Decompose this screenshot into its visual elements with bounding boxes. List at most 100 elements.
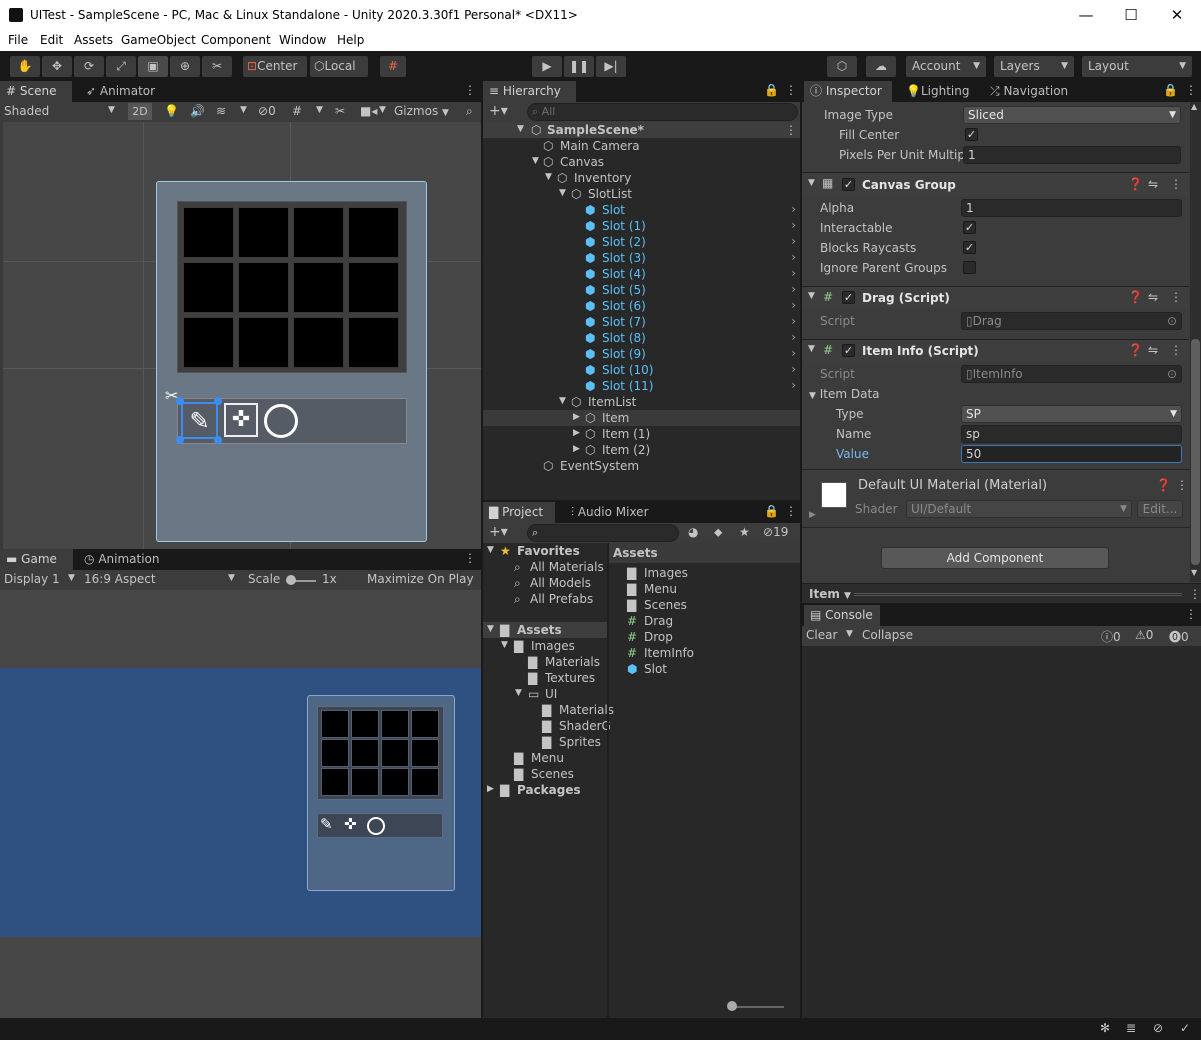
cloud-button[interactable]: ☁ (866, 56, 896, 77)
tree-folder-images[interactable]: ▼ ▇ Images (483, 638, 607, 654)
favorite-star-icon[interactable]: ★ (739, 525, 750, 539)
material-preview-swatch[interactable] (821, 482, 847, 508)
expand-arrow-icon[interactable]: ▶ (573, 412, 580, 422)
create-button[interactable]: +▾ (489, 524, 508, 540)
chevron-right-icon[interactable]: › (791, 362, 796, 376)
rect-tool-button[interactable]: ▣ (138, 56, 168, 77)
effects-icon[interactable]: ≋ (216, 104, 226, 118)
expand-arrow-icon[interactable]: ▼ (501, 640, 508, 650)
lock-icon[interactable]: 🔒 (764, 83, 779, 97)
hidden-objects-icon[interactable]: ⊘0 (258, 104, 276, 118)
audio-icon[interactable]: 🔊 (190, 104, 205, 118)
file-item[interactable]: # ItemInfo (609, 645, 800, 661)
warning-log-toggle[interactable]: ⚠0 (1135, 628, 1153, 642)
step-button[interactable]: ▶| (596, 56, 626, 77)
preview-dropdown[interactable]: Item ▼ (809, 587, 851, 601)
hierarchy-item-slot[interactable]: ⬢ Slot (5) › (483, 282, 800, 298)
icon-size-slider-thumb[interactable] (727, 1001, 737, 1011)
tree-folder-sprites[interactable]: ▇ Sprites (483, 734, 607, 750)
favorites-row[interactable]: ▼ ★ Favorites (483, 543, 607, 559)
menu-window[interactable]: Window (279, 33, 326, 47)
tree-folder-textures[interactable]: ▇ Textures (483, 670, 607, 686)
more-icon[interactable]: ⋮ (1189, 587, 1201, 601)
hierarchy-item-slotlist[interactable]: ▼ ⬡ SlotList (483, 186, 800, 202)
maximize-on-play-button[interactable]: Maximize On Play (367, 572, 474, 586)
anchor-icon[interactable]: ✂ (165, 386, 178, 405)
scene-item-circle[interactable] (264, 404, 298, 438)
tab-audio-mixer[interactable]: ⫶ Audio Mixer (565, 502, 655, 523)
expand-arrow-icon[interactable]: ▶ (573, 428, 580, 438)
more-icon[interactable]: ⋮ (1176, 478, 1188, 492)
hidden-packages-icon[interactable]: ⊘19 (763, 525, 788, 539)
expand-arrow-icon[interactable]: ▶ (487, 784, 494, 794)
chevron-right-icon[interactable]: › (791, 266, 796, 280)
more-icon[interactable]: ⋮ (464, 83, 476, 97)
preview-drag-handle[interactable] (854, 593, 1182, 596)
shading-dropdown[interactable]: Shaded ▼ (4, 104, 120, 118)
selection-handle[interactable] (214, 436, 222, 444)
more-icon[interactable]: ⋮ (464, 551, 476, 565)
account-dropdown[interactable]: Account ▼ (906, 56, 986, 77)
hierarchy-item-slot[interactable]: ⬢ Slot (7) › (483, 314, 800, 330)
scene-slot[interactable] (293, 262, 344, 313)
tree-folder-ui-materials[interactable]: ▇ Materials (483, 702, 614, 718)
hierarchy-item-inventory[interactable]: ▼ ⬡ Inventory (483, 170, 800, 186)
lock-icon[interactable]: 🔒 (1163, 83, 1178, 97)
gizmos-dropdown[interactable]: Gizmos ▼ (394, 104, 449, 118)
scroll-down-icon[interactable]: ▼ (1191, 568, 1197, 577)
more-icon[interactable]: ⋮ (785, 123, 797, 137)
chevron-right-icon[interactable]: › (791, 250, 796, 264)
scene-item-dpad[interactable]: ✜ (224, 403, 258, 437)
scroll-up-icon[interactable]: ▲ (1191, 102, 1197, 111)
more-icon[interactable]: ⋮ (1170, 343, 1182, 357)
scene-slot[interactable] (348, 317, 399, 368)
scale-slider-thumb[interactable] (286, 575, 296, 585)
scene-slot[interactable] (293, 317, 344, 368)
selection-handle[interactable] (176, 436, 184, 444)
help-icon[interactable]: ❓ (1128, 343, 1143, 357)
expand-arrow-icon[interactable]: ▶ (573, 444, 580, 454)
help-icon[interactable]: ❓ (1128, 290, 1143, 304)
scene-slot[interactable] (348, 207, 399, 258)
shader-dropdown[interactable]: UI/Default ▼ (906, 500, 1132, 518)
more-icon[interactable]: ⋮ (1185, 83, 1197, 97)
transform-tool-button[interactable]: ⊕ (170, 56, 200, 77)
expand-arrow-icon[interactable]: ▼ (532, 156, 539, 166)
collapse-arrow-icon[interactable]: ▼ (808, 291, 815, 301)
error-log-toggle[interactable]: ⓿0 (1169, 628, 1189, 645)
selection-handle[interactable] (214, 397, 222, 405)
pivot-local-button[interactable]: ⬡Local (310, 56, 368, 77)
maximize-button[interactable]: ☐ (1108, 0, 1154, 31)
canvas-group-header[interactable]: ▼ ▦ ✓ Canvas Group ❓ ⇋ ⋮ (802, 172, 1189, 196)
menu-edit[interactable]: Edit (40, 33, 63, 47)
scene-slot[interactable] (238, 207, 289, 258)
favorite-item[interactable]: ⌕ All Models (483, 575, 607, 591)
rotate-tool-button[interactable]: ⟳ (74, 56, 104, 77)
item-data-foldout[interactable]: ▼ Item Data (809, 387, 880, 401)
close-button[interactable]: ✕ (1154, 0, 1200, 31)
more-icon[interactable]: ⋮ (1170, 177, 1182, 191)
hierarchy-item-item[interactable]: ▶ ⬡ Item (1) (483, 426, 800, 442)
chevron-right-icon[interactable]: › (791, 330, 796, 344)
chevron-right-icon[interactable]: › (791, 346, 796, 360)
tab-project[interactable]: ▇ Project (483, 502, 555, 523)
expand-arrow-icon[interactable]: ▼ (515, 688, 522, 698)
hierarchy-item-slot[interactable]: ⬢ Slot (4) › (483, 266, 800, 282)
scene-slot[interactable] (183, 262, 234, 313)
chevron-right-icon[interactable]: › (791, 234, 796, 248)
tab-animation[interactable]: ◷ Animation (78, 549, 166, 570)
scene-slot[interactable] (348, 262, 399, 313)
shader-edit-button[interactable]: Edit... (1137, 500, 1183, 518)
file-item[interactable]: ⬢ Slot (609, 661, 800, 677)
tree-folder-menu[interactable]: ▇ Menu (483, 750, 607, 766)
tab-scene[interactable]: # Scene (0, 81, 72, 102)
assets-row[interactable]: ▼ ▇ Assets (483, 622, 607, 638)
expand-arrow-icon[interactable]: ▼ (487, 624, 494, 634)
hierarchy-item-slot[interactable]: ⬢ Slot (9) › (483, 346, 800, 362)
hierarchy-item-slot[interactable]: ⬢ Slot (11) › (483, 378, 800, 394)
object-picker-icon[interactable]: ⊙ (1167, 366, 1177, 382)
layers-dropdown[interactable]: Layers ▼ (994, 56, 1074, 77)
scene-row[interactable]: ▼ ⬡ SampleScene* ⋮ (483, 122, 800, 138)
tree-folder-shaderg[interactable]: ▇ ShaderG (483, 718, 611, 734)
chevron-right-icon[interactable]: › (791, 378, 796, 392)
